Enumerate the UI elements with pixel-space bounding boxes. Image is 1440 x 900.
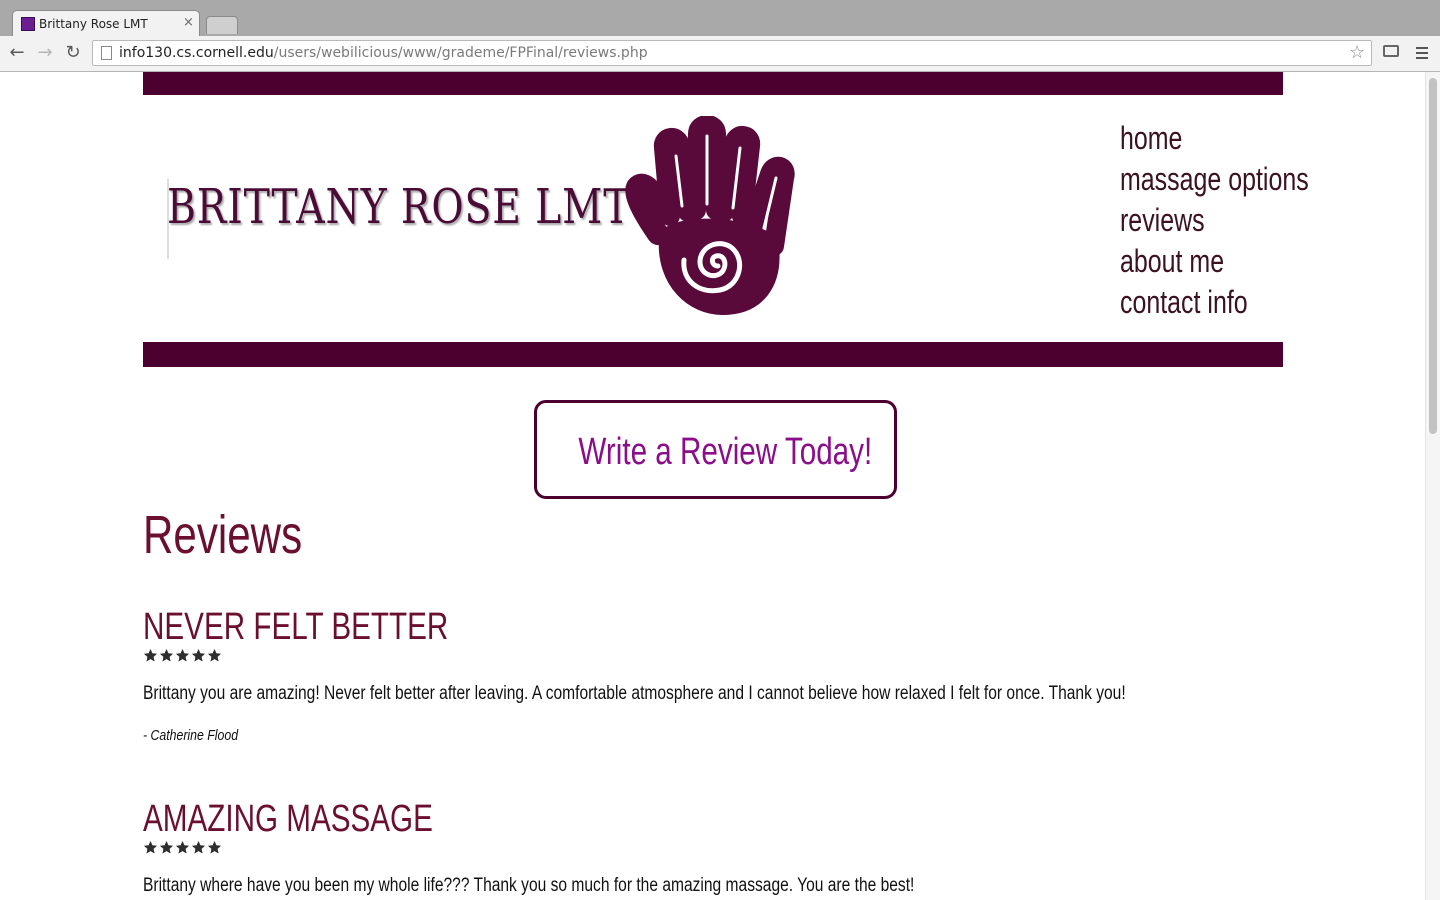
star-icon: [207, 840, 222, 854]
star-rating: [143, 648, 223, 664]
page-title: Reviews: [143, 505, 303, 565]
scrollbar-thumb[interactable]: [1429, 78, 1437, 434]
write-review-label: Write a Review Today!: [578, 431, 873, 473]
page-icon: [101, 46, 112, 60]
star-rating: [143, 840, 223, 856]
nav-link-home[interactable]: home: [1120, 118, 1309, 159]
browser-toolbar: ← → ↻ info130.cs.cornell.edu/users/webil…: [0, 36, 1440, 72]
header-top-band: [143, 72, 1283, 95]
nav-link-reviews[interactable]: reviews: [1120, 200, 1309, 241]
nav-link-contact-info[interactable]: contact info: [1120, 282, 1309, 323]
review-author: - Catherine Flood: [143, 727, 239, 744]
menu-icon[interactable]: [1416, 47, 1428, 59]
browser-tab[interactable]: Brittany Rose LMT ×: [12, 10, 200, 36]
favicon-icon: [21, 17, 35, 31]
header-bottom-band: [143, 342, 1283, 367]
star-icon: [207, 648, 222, 662]
brand-title: BRITTANY ROSE LMT: [167, 179, 631, 235]
tab-title: Brittany Rose LMT: [39, 17, 148, 31]
star-icon: [191, 648, 206, 662]
review-body: Brittany you are amazing! Never felt bet…: [143, 683, 1126, 704]
page-scrollbar[interactable]: [1425, 72, 1440, 900]
hand-spiral-logo: [625, 116, 795, 315]
back-button[interactable]: ←: [6, 42, 28, 64]
review-item: NEVER FELT BETTER Brittany you are amazi…: [143, 606, 1143, 744]
review-body: Brittany where have you been my whole li…: [143, 875, 915, 896]
new-tab-button[interactable]: [206, 16, 238, 34]
star-icon: [143, 648, 158, 662]
brand-logo[interactable]: BRITTANY ROSE LMT: [167, 175, 629, 261]
nav-link-about-me[interactable]: about me: [1120, 241, 1309, 282]
url-text: info130.cs.cornell.edu/users/webilicious…: [119, 45, 648, 61]
nav-link-massage-options[interactable]: massage options: [1120, 159, 1309, 200]
star-icon: [191, 840, 206, 854]
browser-tabstrip: Brittany Rose LMT ×: [0, 0, 1440, 36]
review-title: AMAZING MASSAGE: [143, 798, 433, 840]
reload-button[interactable]: ↻: [62, 42, 84, 64]
bookmark-star-icon[interactable]: ☆: [1349, 42, 1365, 63]
star-icon: [159, 840, 174, 854]
star-icon: [143, 840, 158, 854]
address-bar[interactable]: info130.cs.cornell.edu/users/webilicious…: [92, 40, 1372, 66]
review-title: NEVER FELT BETTER: [143, 606, 449, 648]
write-review-button[interactable]: Write a Review Today!: [534, 400, 897, 499]
site-nav: home massage options reviews about me co…: [1120, 118, 1362, 323]
star-icon: [175, 840, 190, 854]
review-item: AMAZING MASSAGE Brittany where have you …: [143, 798, 1143, 896]
cast-icon[interactable]: [1383, 45, 1399, 57]
url-path: /users/webilicious/www/grademe/FPFinal/r…: [273, 45, 648, 61]
close-tab-icon[interactable]: ×: [183, 15, 194, 30]
star-icon: [159, 648, 174, 662]
url-host: info130.cs.cornell.edu: [119, 45, 274, 61]
page-viewport: BRITTANY ROSE LMT home massage options r…: [0, 72, 1425, 900]
forward-button[interactable]: →: [34, 42, 56, 64]
star-icon: [175, 648, 190, 662]
